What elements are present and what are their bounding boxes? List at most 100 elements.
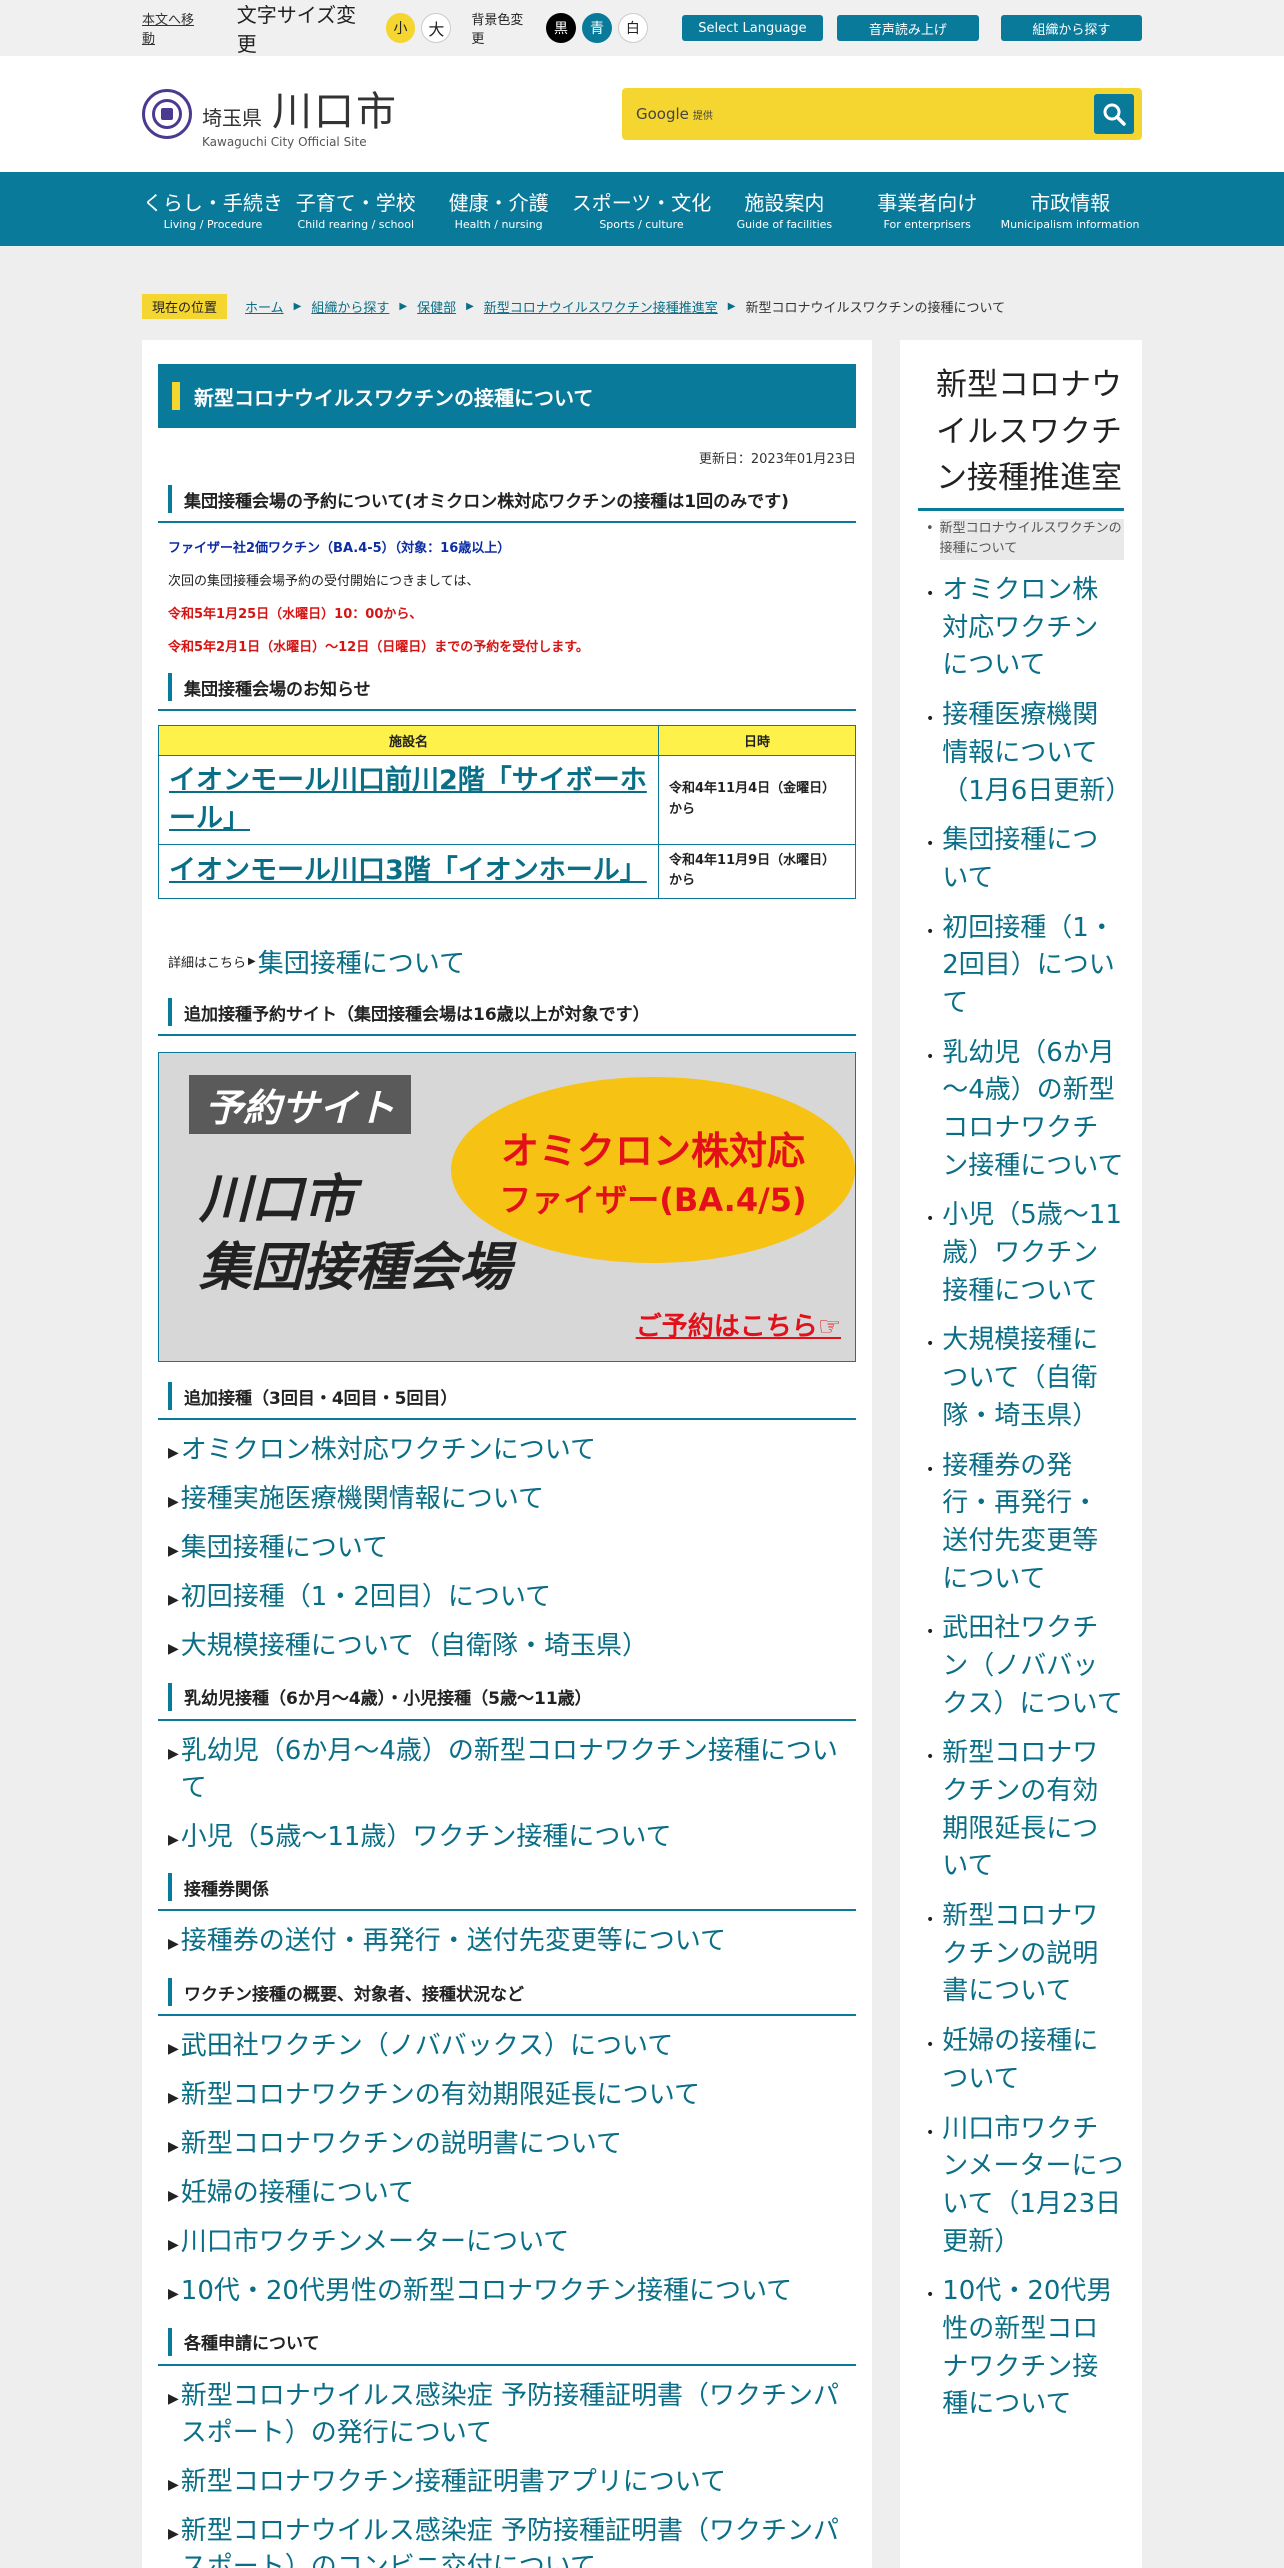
bullet-icon: •: [926, 1749, 935, 1766]
content-link[interactable]: 大規模接種について（自衛隊・埼玉県）: [181, 1628, 648, 1665]
list-item: ▶ 大規模接種について（自衛隊・埼玉県）: [168, 1628, 856, 1665]
heading-bar: [168, 1382, 172, 1411]
breadcrumb-link[interactable]: ホーム: [245, 297, 284, 316]
sidebar-link[interactable]: 小児（5歳～11歳）ワクチン接種について: [942, 1197, 1124, 1310]
group-vaccination-link[interactable]: 集団接種について: [258, 943, 465, 980]
sidebar-link[interactable]: 妊婦の接種について: [942, 2023, 1124, 2098]
bg-black-button[interactable]: 黒: [546, 13, 576, 43]
banner-city-line1: 川口市: [199, 1170, 356, 1231]
content-link[interactable]: 妊婦の接種について: [181, 2175, 414, 2212]
bg-white-button[interactable]: 白: [617, 13, 648, 43]
sidebar-item: • 新型コロナワクチンの有効期限延長について: [918, 1735, 1124, 1886]
content-link[interactable]: 新型コロナウイルス感染症 予防接種証明書（ワクチンパスポート）の発行について: [181, 2378, 856, 2452]
sidebar-link[interactable]: 武田社ワクチン（ノババックス）について: [942, 1610, 1124, 1723]
select-language-button[interactable]: Select Language: [681, 15, 824, 41]
sidebar-link[interactable]: 乳幼児（6か月～4歳）の新型コロナワクチン接種について: [942, 1035, 1124, 1186]
sidebar-link[interactable]: 新型コロナワクチンの有効期限延長について: [942, 1735, 1124, 1886]
bullet-icon: •: [926, 2124, 935, 2141]
content-link[interactable]: 武田社ワクチン（ノババックス）について: [181, 2028, 673, 2065]
bullet-icon: •: [926, 711, 935, 728]
content-link[interactable]: 10代・20代男性の新型コロナワクチン接種について: [181, 2273, 792, 2310]
content-link[interactable]: 集団接種について: [181, 1530, 388, 1567]
breadcrumb: 現在の位置 ホーム ▶ 組織から探す ▶ 保健部 ▶ 新型コロナウイルスワクチン…: [0, 293, 1284, 319]
breadcrumb-link[interactable]: 組織から探す: [311, 297, 389, 316]
reservation-period: 令和5年2月1日（水曜日）～12日（日曜日）までの予約を受付します。: [168, 640, 589, 655]
section-heading: 乳幼児接種（6か月～4歳）・小児接種（5歳～11歳）: [158, 1679, 856, 1721]
nav-municipal[interactable]: 市政情報 Municipalism information: [999, 172, 1142, 246]
list-item: ▶ 10代・20代男性の新型コロナワクチン接種について: [168, 2273, 856, 2310]
speech-button[interactable]: 音声読み上げ: [837, 15, 979, 41]
content-link[interactable]: オミクロン株対応ワクチンについて: [181, 1432, 596, 1469]
banner-city-line2: 集団接種会場: [199, 1237, 512, 1298]
sidebar-link[interactable]: 川口市ワクチンメーターについて（1月23日更新）: [942, 2111, 1124, 2262]
site-search: Google 提供: [622, 88, 1142, 140]
global-nav: くらし・手続き Living / Procedure 子育て・学校 Child re…: [0, 172, 1284, 246]
vaccine-info: ファイザー社2価ワクチン（BA.4-5）（対象：16歳以上）: [168, 541, 511, 556]
org-search-button[interactable]: 組織から探す: [1000, 15, 1143, 41]
reservation-banner[interactable]: 予約サイト オミクロン株対応 ファイザー(BA.4/5) 川口市 集団接種会場 …: [158, 1052, 856, 1363]
nav-sublabel: Living / Procedure: [163, 218, 263, 231]
content-link[interactable]: 接種券の送付・再発行・送付先変更等について: [181, 1923, 726, 1960]
site-logo[interactable]: 埼玉県 川口市 Kawaguchi City Official Site: [142, 79, 398, 149]
banner-city: 川口市 集団接種会場: [199, 1167, 511, 1302]
font-large-button[interactable]: 大: [421, 13, 452, 43]
sidebar-link[interactable]: オミクロン株対応ワクチンについて: [942, 572, 1124, 685]
content-link[interactable]: 接種実施医療機関情報について: [181, 1481, 544, 1518]
list-item: ▶ 新型コロナワクチンの説明書について: [168, 2126, 856, 2163]
search-button[interactable]: [1094, 94, 1134, 134]
nav-label: スポーツ・文化: [571, 191, 712, 215]
section-heading-text: 乳幼児接種（6か月～4歳）・小児接種（5歳～11歳）: [184, 1689, 592, 1710]
sidebar-link[interactable]: 10代・20代男性の新型コロナワクチン接種について: [942, 2273, 1124, 2424]
breadcrumb-arrow-icon: ▶: [293, 300, 302, 312]
section-heading-text: 追加接種（3回目・4回目・5回目）: [184, 1388, 458, 1409]
content-link[interactable]: 乳幼児（6か月～4歳）の新型コロナワクチン接種について: [181, 1733, 856, 1807]
page-title: 新型コロナウイルスワクチンの接種について: [158, 364, 856, 428]
sidebar-link[interactable]: 初回接種（1・2回目）について: [942, 910, 1124, 1023]
content-link[interactable]: 初回接種（1・2回目）について: [181, 1579, 551, 1616]
bullet-icon: •: [926, 836, 935, 853]
content-link[interactable]: 新型コロナウイルス感染症 予防接種証明書（ワクチンパスポート）のコンビニ交付につ…: [181, 2513, 856, 2568]
nav-child-rearing[interactable]: 子育て・学校 Child rearing / school: [285, 172, 428, 246]
facility-date: 令和4年11月9日（水曜日）から: [658, 843, 856, 900]
section-heading: 集団接種会場の予約について(オミクロン株対応ワクチンの接種は1回のみです): [158, 481, 856, 523]
facility-link[interactable]: イオンモール川口前川2階「サイボーホール」: [169, 765, 647, 834]
sidebar-link[interactable]: 大規模接種について（自衛隊・埼玉県）: [942, 1322, 1124, 1435]
arrow-icon: ▶: [248, 956, 256, 968]
sidebar-link[interactable]: 新型コロナワクチンの説明書について: [942, 1898, 1124, 2011]
sidebar-link[interactable]: 集団接種について: [942, 822, 1124, 897]
content-link[interactable]: 新型コロナワクチンの有効期限延長について: [181, 2077, 700, 2114]
breadcrumb-link[interactable]: 新型コロナウイルスワクチン接種推進室: [484, 297, 718, 316]
banner-cta[interactable]: ご予約はこちら☞: [636, 1306, 841, 1343]
arrow-icon: ▶: [168, 1831, 179, 1848]
heading-bar: [168, 1682, 172, 1711]
breadcrumb-link[interactable]: 保健部: [417, 297, 456, 316]
content-link[interactable]: 川口市ワクチンメーターについて: [181, 2224, 569, 2261]
nav-enterprisers[interactable]: 事業者向け For enterprisers: [856, 172, 999, 246]
nav-sublabel: For enterprisers: [883, 218, 971, 231]
facility-link[interactable]: イオンモール川口3階「イオンホール」: [169, 855, 647, 886]
search-input[interactable]: [718, 96, 1094, 132]
bg-blue-button[interactable]: 青: [582, 13, 612, 43]
bullet-icon: •: [926, 586, 935, 603]
sidebar-item: • 小児（5歳～11歳）ワクチン接種について: [918, 1197, 1124, 1310]
nav-sports[interactable]: スポーツ・文化 Sports / culture: [571, 172, 714, 246]
search-brand: Google 提供: [636, 105, 713, 123]
nav-facilities[interactable]: 施設案内 Guide of facilities: [713, 172, 856, 246]
bullet-icon: •: [926, 2037, 935, 2054]
content-link[interactable]: 新型コロナワクチンの説明書について: [181, 2126, 622, 2163]
nav-label: 健康・介護: [448, 191, 549, 215]
sidebar-link[interactable]: 接種医療機関情報について（1月6日更新）: [942, 697, 1131, 810]
nav-living[interactable]: くらし・手続き Living / Procedure: [142, 172, 285, 246]
skip-to-content-link[interactable]: 本文へ移動: [142, 9, 207, 47]
sidebar-item-current: • 新型コロナウイルスワクチンの接種について: [918, 518, 1124, 561]
font-small-button[interactable]: 小: [385, 13, 416, 43]
content-link[interactable]: 小児（5歳～11歳）ワクチン接種について: [181, 1819, 672, 1856]
content-link[interactable]: 新型コロナワクチン接種証明書アプリについて: [181, 2464, 726, 2501]
sidebar-link[interactable]: 接種券の発行・再発行・送付先変更等について: [942, 1448, 1124, 1599]
list-item: ▶ 集団接種について: [168, 1530, 856, 1567]
sidebar-list: • 新型コロナウイルスワクチンの接種について • オミクロン株対応ワクチンについて …: [918, 518, 1131, 2425]
reservation-notice: 次回の集団接種会場予約の受付開始につきましては、: [168, 574, 480, 589]
list-item: ▶ 接種実施医療機関情報について: [168, 1481, 856, 1518]
bg-color-label: 背景色変更: [471, 13, 524, 47]
nav-health[interactable]: 健康・介護 Health / nursing: [428, 172, 571, 246]
